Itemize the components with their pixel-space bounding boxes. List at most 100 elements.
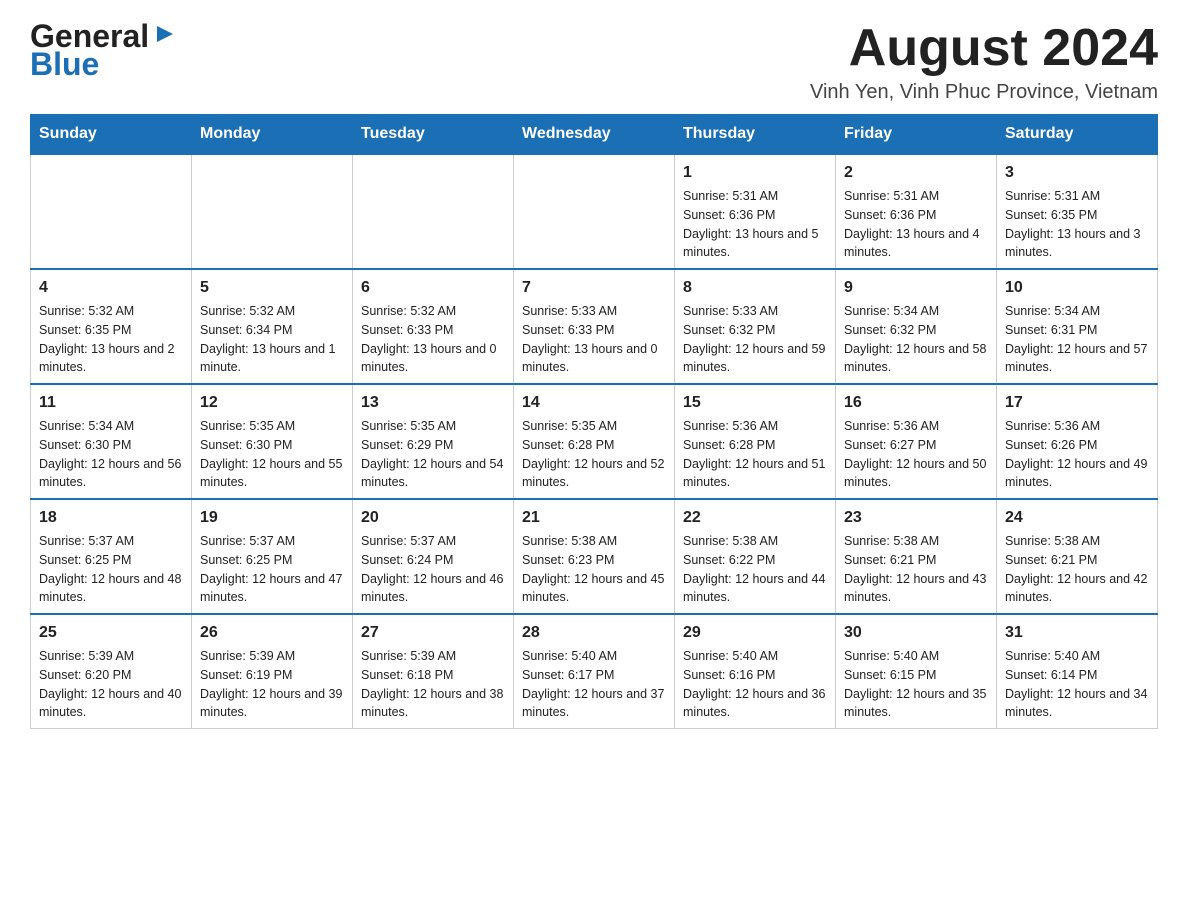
day-cell-25: 25Sunrise: 5:39 AMSunset: 6:20 PMDayligh…	[31, 614, 192, 729]
day-number: 5	[200, 276, 344, 300]
calendar-table: SundayMondayTuesdayWednesdayThursdayFrid…	[30, 114, 1158, 729]
day-cell-5: 5Sunrise: 5:32 AMSunset: 6:34 PMDaylight…	[192, 269, 353, 384]
day-info: Sunrise: 5:39 AMSunset: 6:18 PMDaylight:…	[361, 647, 505, 722]
day-number: 17	[1005, 391, 1149, 415]
week-row-4: 18Sunrise: 5:37 AMSunset: 6:25 PMDayligh…	[31, 499, 1158, 614]
day-number: 15	[683, 391, 827, 415]
day-info: Sunrise: 5:36 AMSunset: 6:28 PMDaylight:…	[683, 417, 827, 492]
day-cell-1: 1Sunrise: 5:31 AMSunset: 6:36 PMDaylight…	[675, 154, 836, 269]
empty-cell	[31, 154, 192, 269]
day-info: Sunrise: 5:40 AMSunset: 6:14 PMDaylight:…	[1005, 647, 1149, 722]
col-header-monday: Monday	[192, 115, 353, 155]
day-info: Sunrise: 5:40 AMSunset: 6:15 PMDaylight:…	[844, 647, 988, 722]
day-cell-15: 15Sunrise: 5:36 AMSunset: 6:28 PMDayligh…	[675, 384, 836, 499]
day-cell-21: 21Sunrise: 5:38 AMSunset: 6:23 PMDayligh…	[514, 499, 675, 614]
day-cell-24: 24Sunrise: 5:38 AMSunset: 6:21 PMDayligh…	[997, 499, 1158, 614]
day-number: 14	[522, 391, 666, 415]
day-cell-28: 28Sunrise: 5:40 AMSunset: 6:17 PMDayligh…	[514, 614, 675, 729]
day-cell-10: 10Sunrise: 5:34 AMSunset: 6:31 PMDayligh…	[997, 269, 1158, 384]
day-info: Sunrise: 5:34 AMSunset: 6:31 PMDaylight:…	[1005, 302, 1149, 377]
day-info: Sunrise: 5:37 AMSunset: 6:24 PMDaylight:…	[361, 532, 505, 607]
day-info: Sunrise: 5:38 AMSunset: 6:21 PMDaylight:…	[1005, 532, 1149, 607]
day-info: Sunrise: 5:39 AMSunset: 6:19 PMDaylight:…	[200, 647, 344, 722]
subtitle: Vinh Yen, Vinh Phuc Province, Vietnam	[810, 81, 1158, 104]
day-info: Sunrise: 5:38 AMSunset: 6:22 PMDaylight:…	[683, 532, 827, 607]
day-info: Sunrise: 5:37 AMSunset: 6:25 PMDaylight:…	[39, 532, 183, 607]
day-cell-8: 8Sunrise: 5:33 AMSunset: 6:32 PMDaylight…	[675, 269, 836, 384]
day-info: Sunrise: 5:33 AMSunset: 6:32 PMDaylight:…	[683, 302, 827, 377]
main-title: August 2024	[810, 20, 1158, 77]
day-cell-30: 30Sunrise: 5:40 AMSunset: 6:15 PMDayligh…	[836, 614, 997, 729]
day-number: 11	[39, 391, 183, 415]
day-cell-19: 19Sunrise: 5:37 AMSunset: 6:25 PMDayligh…	[192, 499, 353, 614]
day-info: Sunrise: 5:34 AMSunset: 6:30 PMDaylight:…	[39, 417, 183, 492]
day-number: 20	[361, 506, 505, 530]
day-info: Sunrise: 5:33 AMSunset: 6:33 PMDaylight:…	[522, 302, 666, 377]
day-number: 30	[844, 621, 988, 645]
day-number: 26	[200, 621, 344, 645]
day-cell-26: 26Sunrise: 5:39 AMSunset: 6:19 PMDayligh…	[192, 614, 353, 729]
day-number: 8	[683, 276, 827, 300]
day-cell-20: 20Sunrise: 5:37 AMSunset: 6:24 PMDayligh…	[353, 499, 514, 614]
day-info: Sunrise: 5:32 AMSunset: 6:35 PMDaylight:…	[39, 302, 183, 377]
day-cell-11: 11Sunrise: 5:34 AMSunset: 6:30 PMDayligh…	[31, 384, 192, 499]
day-cell-22: 22Sunrise: 5:38 AMSunset: 6:22 PMDayligh…	[675, 499, 836, 614]
day-info: Sunrise: 5:37 AMSunset: 6:25 PMDaylight:…	[200, 532, 344, 607]
day-info: Sunrise: 5:31 AMSunset: 6:35 PMDaylight:…	[1005, 187, 1149, 262]
day-number: 2	[844, 161, 988, 185]
empty-cell	[192, 154, 353, 269]
day-info: Sunrise: 5:38 AMSunset: 6:21 PMDaylight:…	[844, 532, 988, 607]
week-row-3: 11Sunrise: 5:34 AMSunset: 6:30 PMDayligh…	[31, 384, 1158, 499]
day-number: 6	[361, 276, 505, 300]
col-header-thursday: Thursday	[675, 115, 836, 155]
day-info: Sunrise: 5:38 AMSunset: 6:23 PMDaylight:…	[522, 532, 666, 607]
calendar-header-row: SundayMondayTuesdayWednesdayThursdayFrid…	[31, 115, 1158, 155]
col-header-sunday: Sunday	[31, 115, 192, 155]
day-info: Sunrise: 5:39 AMSunset: 6:20 PMDaylight:…	[39, 647, 183, 722]
day-number: 23	[844, 506, 988, 530]
logo-blue: Blue	[30, 46, 99, 83]
day-cell-23: 23Sunrise: 5:38 AMSunset: 6:21 PMDayligh…	[836, 499, 997, 614]
day-info: Sunrise: 5:40 AMSunset: 6:16 PMDaylight:…	[683, 647, 827, 722]
day-cell-6: 6Sunrise: 5:32 AMSunset: 6:33 PMDaylight…	[353, 269, 514, 384]
day-cell-13: 13Sunrise: 5:35 AMSunset: 6:29 PMDayligh…	[353, 384, 514, 499]
day-cell-9: 9Sunrise: 5:34 AMSunset: 6:32 PMDaylight…	[836, 269, 997, 384]
day-info: Sunrise: 5:31 AMSunset: 6:36 PMDaylight:…	[683, 187, 827, 262]
col-header-wednesday: Wednesday	[514, 115, 675, 155]
title-block: August 2024 Vinh Yen, Vinh Phuc Province…	[810, 20, 1158, 104]
col-header-saturday: Saturday	[997, 115, 1158, 155]
col-header-friday: Friday	[836, 115, 997, 155]
day-number: 9	[844, 276, 988, 300]
day-cell-27: 27Sunrise: 5:39 AMSunset: 6:18 PMDayligh…	[353, 614, 514, 729]
day-info: Sunrise: 5:35 AMSunset: 6:28 PMDaylight:…	[522, 417, 666, 492]
day-number: 31	[1005, 621, 1149, 645]
day-number: 13	[361, 391, 505, 415]
day-cell-7: 7Sunrise: 5:33 AMSunset: 6:33 PMDaylight…	[514, 269, 675, 384]
day-info: Sunrise: 5:32 AMSunset: 6:34 PMDaylight:…	[200, 302, 344, 377]
day-info: Sunrise: 5:35 AMSunset: 6:29 PMDaylight:…	[361, 417, 505, 492]
day-number: 27	[361, 621, 505, 645]
day-cell-31: 31Sunrise: 5:40 AMSunset: 6:14 PMDayligh…	[997, 614, 1158, 729]
day-number: 12	[200, 391, 344, 415]
day-cell-18: 18Sunrise: 5:37 AMSunset: 6:25 PMDayligh…	[31, 499, 192, 614]
day-number: 1	[683, 161, 827, 185]
day-info: Sunrise: 5:36 AMSunset: 6:27 PMDaylight:…	[844, 417, 988, 492]
day-number: 18	[39, 506, 183, 530]
day-number: 21	[522, 506, 666, 530]
day-cell-17: 17Sunrise: 5:36 AMSunset: 6:26 PMDayligh…	[997, 384, 1158, 499]
day-info: Sunrise: 5:40 AMSunset: 6:17 PMDaylight:…	[522, 647, 666, 722]
day-number: 28	[522, 621, 666, 645]
day-number: 22	[683, 506, 827, 530]
day-cell-4: 4Sunrise: 5:32 AMSunset: 6:35 PMDaylight…	[31, 269, 192, 384]
day-cell-29: 29Sunrise: 5:40 AMSunset: 6:16 PMDayligh…	[675, 614, 836, 729]
day-info: Sunrise: 5:31 AMSunset: 6:36 PMDaylight:…	[844, 187, 988, 262]
logo-arrow-icon	[151, 20, 179, 48]
day-number: 24	[1005, 506, 1149, 530]
page-header: General Blue August 2024 Vinh Yen, Vinh …	[30, 20, 1158, 104]
col-header-tuesday: Tuesday	[353, 115, 514, 155]
day-info: Sunrise: 5:32 AMSunset: 6:33 PMDaylight:…	[361, 302, 505, 377]
day-info: Sunrise: 5:34 AMSunset: 6:32 PMDaylight:…	[844, 302, 988, 377]
day-cell-12: 12Sunrise: 5:35 AMSunset: 6:30 PMDayligh…	[192, 384, 353, 499]
day-number: 3	[1005, 161, 1149, 185]
day-number: 19	[200, 506, 344, 530]
